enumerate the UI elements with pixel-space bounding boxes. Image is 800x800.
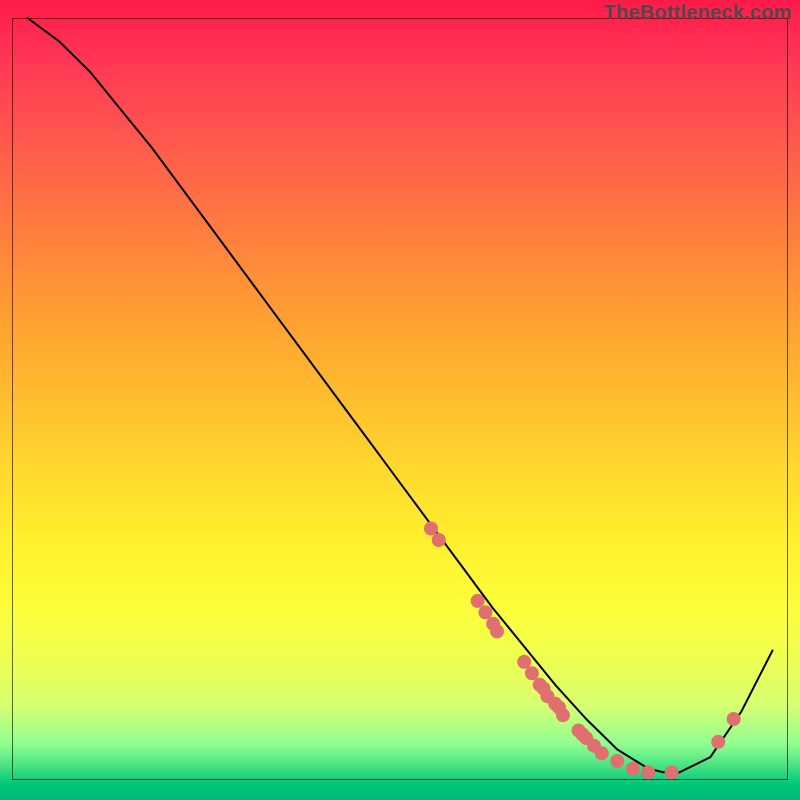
scatter-dot [471, 594, 485, 608]
scatter-dot [556, 708, 570, 722]
scatter-dot [517, 655, 531, 669]
scatter-dot [610, 754, 624, 768]
scatter-dot [525, 666, 539, 680]
scatter-dot [478, 605, 492, 619]
scatter-dot [595, 746, 609, 760]
scatter-dot [727, 712, 741, 726]
scatter-dot [711, 735, 725, 749]
curve-line [28, 18, 773, 772]
chart-svg [0, 0, 800, 800]
scatter-dot [626, 762, 640, 776]
scatter-dot [424, 522, 438, 536]
scatter-dot [490, 624, 504, 638]
scatter-dot [432, 533, 446, 547]
scatter-dots [424, 522, 741, 780]
chart-container: TheBottleneck.com [0, 0, 800, 800]
scatter-dot [641, 765, 655, 779]
watermark-text: TheBottleneck.com [604, 2, 792, 25]
scatter-dot [665, 765, 679, 779]
